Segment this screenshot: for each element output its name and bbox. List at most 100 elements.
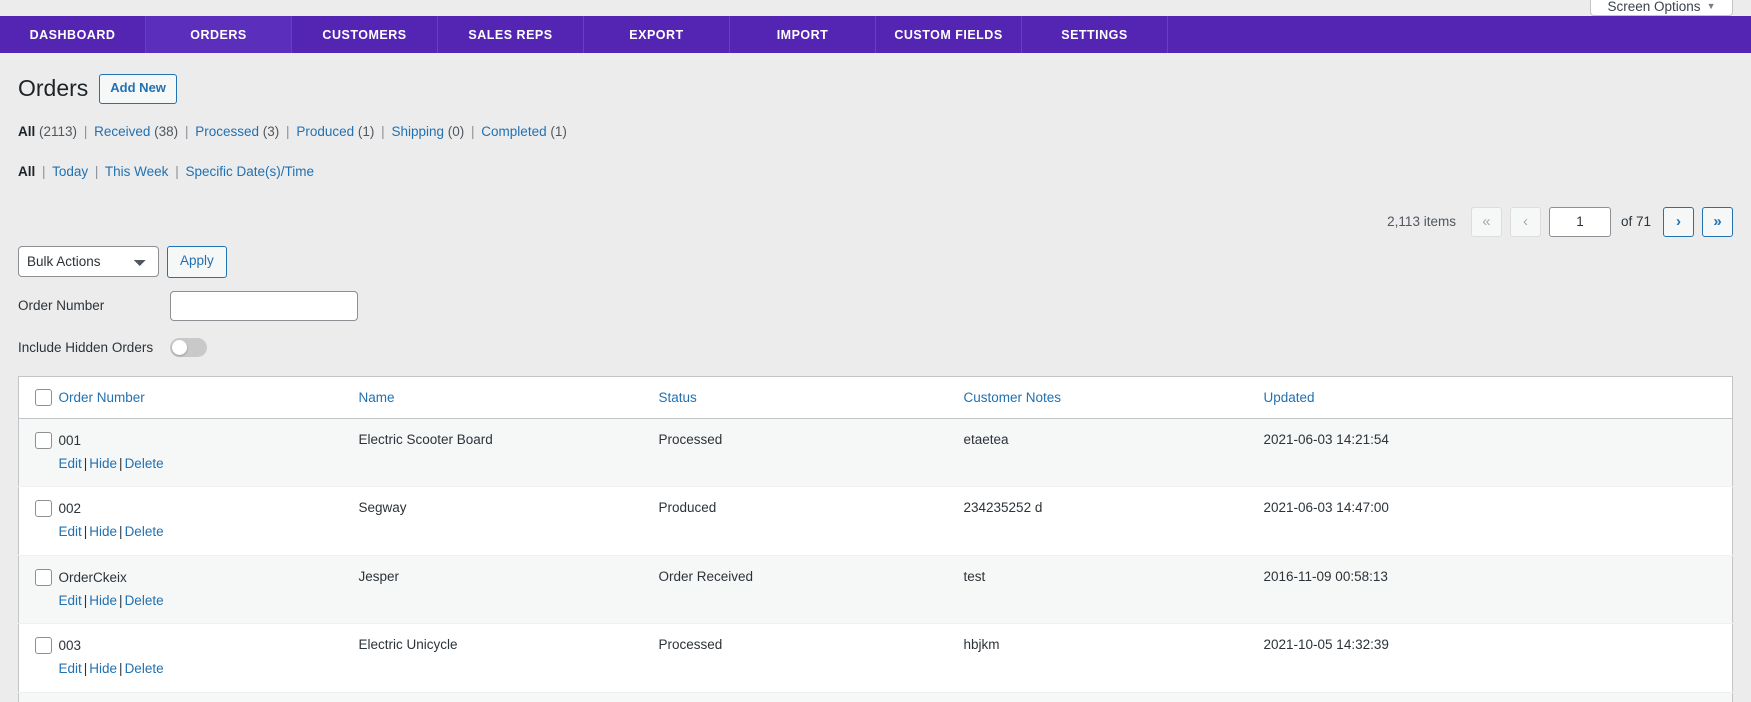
nav-item-label: CUSTOMERS bbox=[322, 27, 407, 42]
delete-link[interactable]: Delete bbox=[125, 661, 164, 676]
delete-link[interactable]: Delete bbox=[125, 524, 164, 539]
cell-updated: 2021-06-03 14:47:00 bbox=[1263, 486, 1733, 556]
status-filter-completed-count: (1) bbox=[550, 123, 567, 139]
select-all-checkbox[interactable] bbox=[35, 388, 52, 406]
edit-link[interactable]: Edit bbox=[59, 593, 82, 608]
hide-link[interactable]: Hide bbox=[89, 661, 117, 676]
row-checkbox[interactable] bbox=[35, 431, 52, 449]
current-page-input[interactable] bbox=[1548, 206, 1611, 237]
hide-link[interactable]: Hide bbox=[89, 456, 117, 471]
edit-link[interactable]: Edit bbox=[59, 456, 82, 471]
status-filter-produced-count: (1) bbox=[357, 123, 375, 139]
row-checkbox[interactable] bbox=[35, 568, 52, 586]
separator: | bbox=[471, 123, 475, 139]
apply-button[interactable]: Apply bbox=[167, 245, 227, 278]
chevron-down-icon: ▼ bbox=[1706, 1, 1716, 11]
separator: | bbox=[381, 123, 385, 139]
nav-item-dashboard[interactable]: DASHBOARD bbox=[0, 16, 146, 53]
date-filter-links: All | Today | This Week | Specific Date(… bbox=[18, 158, 1733, 185]
status-filter-shipping[interactable]: Shipping bbox=[391, 124, 444, 139]
nav-item-customers[interactable]: CUSTOMERS bbox=[292, 16, 438, 53]
order-number-value: OrderCkeix bbox=[58, 569, 127, 585]
date-filter-this-week[interactable]: This Week bbox=[105, 164, 169, 179]
delete-link[interactable]: Delete bbox=[125, 593, 164, 608]
table-row[interactable]: 003 Edit | Hide | Delete Electric Unicycle P… bbox=[18, 623, 1733, 693]
nav-item-label: ORDERS bbox=[190, 27, 247, 42]
table-row[interactable]: 002 Edit | Hide | Delete Segway Produced 234… bbox=[18, 486, 1733, 556]
title-row: Orders Add New bbox=[18, 53, 1733, 104]
table-header-row: Order Number Name Status Customer Notes … bbox=[18, 376, 1733, 419]
column-header-name[interactable]: Name bbox=[358, 376, 659, 419]
row-checkbox[interactable] bbox=[35, 637, 52, 655]
status-filter-all[interactable]: All bbox=[18, 124, 35, 139]
bulk-actions-row: Bulk Actions Apply bbox=[18, 245, 1733, 278]
status-filter-completed[interactable]: Completed bbox=[481, 124, 546, 139]
separator: | bbox=[286, 123, 290, 139]
row-checkbox-cell bbox=[18, 418, 59, 488]
hide-link[interactable]: Hide bbox=[89, 593, 117, 608]
column-header-updated[interactable]: Updated bbox=[1263, 376, 1733, 419]
nav-item-custom-fields[interactable]: CUSTOM FIELDS bbox=[876, 16, 1022, 53]
cell-updated: 2016-11-09 00:58:13 bbox=[1263, 555, 1733, 625]
column-header-customer-notes[interactable]: Customer Notes bbox=[963, 376, 1264, 419]
cell-status: Processed bbox=[658, 692, 964, 702]
nav-item-label: DASHBOARD bbox=[29, 27, 116, 42]
cell-name: Electric Scooter Board bbox=[358, 418, 659, 488]
items-count: 2,113 items bbox=[1387, 214, 1456, 230]
total-pages-label: of 71 bbox=[1620, 214, 1651, 230]
prev-page-button[interactable]: ‹ bbox=[1509, 206, 1541, 237]
nav-item-settings[interactable]: SETTINGS bbox=[1022, 16, 1168, 53]
cell-name: Electric Uniwheel Skateboard bbox=[358, 692, 659, 702]
first-page-button[interactable]: « bbox=[1470, 206, 1502, 237]
separator: | bbox=[119, 661, 123, 677]
cell-updated: 2021-10-05 14:32:39 bbox=[1263, 623, 1733, 693]
edit-link[interactable]: Edit bbox=[59, 524, 82, 539]
status-filter-links: All (2113) | Received (38) | Processed (… bbox=[18, 118, 1733, 145]
nav-item-label: EXPORT bbox=[629, 27, 684, 42]
cell-notes: hbjkm bbox=[963, 623, 1264, 693]
column-header-status[interactable]: Status bbox=[658, 376, 964, 419]
nav-item-label: IMPORT bbox=[776, 27, 829, 42]
bulk-actions-select[interactable]: Bulk Actions bbox=[18, 246, 159, 278]
delete-link[interactable]: Delete bbox=[125, 456, 164, 471]
orders-table: Order Number Name Status Customer Notes … bbox=[18, 375, 1733, 702]
date-filter-all[interactable]: All bbox=[18, 164, 35, 179]
cell-status: Processed bbox=[658, 418, 964, 488]
nav-item-export[interactable]: EXPORT bbox=[584, 16, 730, 53]
order-number-input[interactable] bbox=[170, 290, 358, 321]
cell-order-number: 002 Edit | Hide | Delete bbox=[58, 486, 359, 556]
screen-options-button[interactable]: Screen Options ▼ bbox=[1590, 0, 1733, 16]
screen-options-strip: Screen Options ▼ bbox=[0, 0, 1751, 16]
cell-order-number: 003 Edit | Hide | Delete bbox=[58, 623, 359, 693]
hide-link[interactable]: Hide bbox=[89, 524, 117, 539]
order-number-value: 002 bbox=[58, 501, 82, 517]
row-actions: Edit | Hide | Delete bbox=[59, 454, 359, 474]
cell-notes: 234235252 d bbox=[963, 486, 1264, 556]
row-checkbox[interactable] bbox=[35, 500, 52, 518]
status-filter-processed[interactable]: Processed bbox=[195, 124, 259, 139]
cell-notes: etaetea bbox=[963, 418, 1264, 488]
separator: | bbox=[42, 163, 46, 179]
order-number-value: 003 bbox=[58, 638, 82, 654]
include-hidden-orders-toggle[interactable] bbox=[170, 337, 207, 357]
date-filter-today[interactable]: Today bbox=[52, 164, 88, 179]
row-actions: Edit | Hide | Delete bbox=[59, 522, 359, 542]
edit-link[interactable]: Edit bbox=[59, 661, 82, 676]
date-filter-specific-date[interactable]: Specific Date(s)/Time bbox=[185, 164, 314, 179]
nav-item-sales-reps[interactable]: SALES REPS bbox=[438, 16, 584, 53]
status-filter-received[interactable]: Received bbox=[94, 124, 150, 139]
column-header-order-number[interactable]: Order Number bbox=[58, 376, 359, 419]
table-row[interactable]: OrderCkeix Edit | Hide | Delete Jesper Order… bbox=[18, 555, 1733, 625]
nav-item-orders[interactable]: ORDERS bbox=[146, 16, 292, 53]
add-new-button[interactable]: Add New bbox=[99, 74, 177, 104]
status-filter-produced[interactable]: Produced bbox=[296, 124, 354, 139]
row-checkbox-cell bbox=[18, 486, 59, 556]
nav-item-import[interactable]: IMPORT bbox=[730, 16, 876, 53]
last-page-button[interactable]: » bbox=[1702, 206, 1733, 237]
next-page-button[interactable]: › bbox=[1663, 206, 1694, 237]
order-number-row: Order Number bbox=[18, 290, 1733, 321]
table-row[interactable]: 001 Edit | Hide | Delete Electric Scooter Bo… bbox=[18, 418, 1733, 488]
page-title: Orders bbox=[18, 75, 89, 101]
row-checkbox-cell bbox=[18, 692, 59, 702]
table-row[interactable]: 004 Edit|Hide|Delete Electric Uniwheel S… bbox=[18, 692, 1733, 702]
